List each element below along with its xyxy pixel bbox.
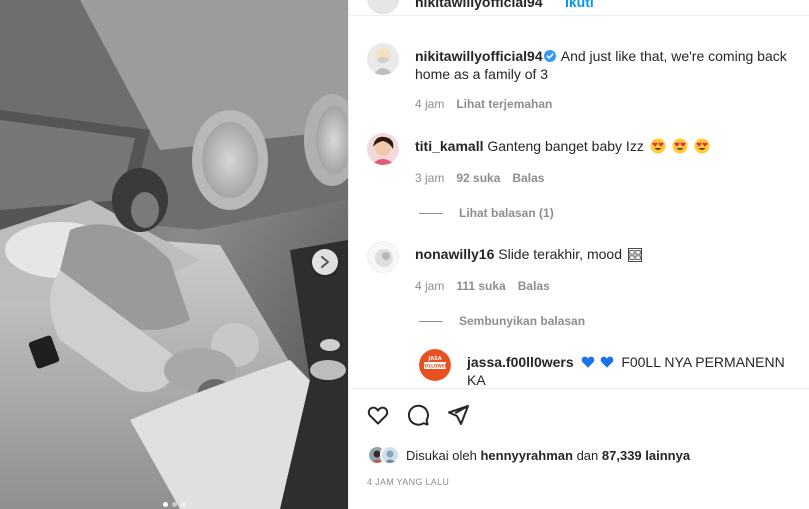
slide-dot (162, 502, 168, 507)
caption-username[interactable]: nikitawillyofficial94 (415, 48, 543, 64)
jasa-logo-word: JASA (427, 356, 441, 362)
heart-outline-icon[interactable] (366, 403, 390, 427)
comment-likes[interactable]: 92 suka (456, 171, 500, 185)
post-panel: nikitawillyofficial94 Ikuti nikitawillyo… (348, 0, 809, 509)
avatar[interactable] (367, 133, 399, 165)
post-actions: Disukai oleh hennyyrahman dan 87,339 lai… (349, 388, 809, 508)
hide-replies-button[interactable]: Sembunyikan balasan (419, 314, 585, 328)
comment-meta: 3 jam 92 suka Balas (415, 171, 544, 185)
slide-dot (180, 502, 186, 507)
likes-connector: dan (576, 447, 599, 463)
hide-replies-label: Sembunyikan balasan (459, 314, 586, 328)
reply-button[interactable]: Balas (512, 171, 544, 185)
reply-button[interactable]: Balas (518, 279, 550, 293)
slide-indicator (0, 502, 348, 507)
avatar[interactable] (380, 445, 400, 465)
avatar[interactable] (367, 241, 399, 273)
liker-username[interactable]: hennyyrahman (480, 448, 572, 463)
jasa-follower-logo-icon: JASA FOLLOWER (419, 349, 451, 381)
view-replies-label: Lihat balasan (1) (459, 206, 554, 220)
sticker-image-icon (627, 248, 642, 262)
comment-meta: 4 jam 111 suka Balas (415, 279, 550, 293)
reply-username[interactable]: jassa.f00ll0wers (467, 354, 574, 370)
profile-photo-icon (367, 133, 399, 165)
slide-dot (171, 502, 177, 507)
paper-plane-icon[interactable] (446, 403, 470, 427)
heart-eyes-emoji-icon (650, 138, 666, 154)
chevron-right-icon (321, 256, 329, 268)
follower-logo-word: FOLLOWER (422, 364, 449, 369)
follow-button[interactable]: Ikuti (565, 0, 594, 10)
divider (419, 320, 443, 322)
next-slide-button[interactable] (312, 249, 338, 275)
blue-heart-emoji-icon (581, 356, 594, 368)
avatar[interactable] (367, 0, 399, 14)
blue-heart-emoji-icon (601, 356, 614, 368)
likes-summary: Disukai oleh hennyyrahman dan 87,339 lai… (367, 445, 690, 465)
profile-photo-icon (367, 43, 399, 75)
comment-text: nonawilly16 Slide terakhir, mood (415, 245, 795, 263)
comment-text: titi_kamall Ganteng banget baby Izz (415, 137, 795, 155)
caption-meta: 4 jam Lihat terjemahan (415, 97, 552, 111)
translate-link[interactable]: Lihat terjemahan (456, 97, 552, 111)
comment-body: Ganteng banget baby Izz (487, 138, 644, 154)
comment-likes[interactable]: 111 suka (456, 279, 505, 293)
comment-username[interactable]: titi_kamall (415, 138, 483, 154)
comment-body: Slide terakhir, mood (498, 246, 622, 262)
caption-text: nikitawillyofficial94 And just like that… (415, 47, 795, 83)
avatar[interactable]: JASA FOLLOWER (419, 349, 451, 381)
comment-bubble-icon[interactable] (406, 403, 430, 427)
caption-time[interactable]: 4 jam (415, 97, 444, 111)
comment-list[interactable]: nikitawillyofficial94 And just like that… (349, 16, 809, 387)
profile-photo-icon (368, 242, 398, 272)
likes-text: Disukai oleh hennyyrahman dan 87,339 lai… (406, 448, 690, 463)
divider (419, 212, 443, 214)
comment-time[interactable]: 4 jam (415, 279, 444, 293)
likes-prefix: Disukai oleh (406, 447, 477, 463)
comment-username[interactable]: nonawilly16 (415, 246, 494, 262)
post-photo[interactable] (0, 0, 348, 509)
heart-eyes-emoji-icon (694, 138, 709, 154)
comment-time[interactable]: 3 jam (415, 171, 444, 185)
view-replies-button[interactable]: Lihat balasan (1) (419, 206, 554, 220)
post-header: nikitawillyofficial94 Ikuti (349, 0, 809, 16)
header-username[interactable]: nikitawillyofficial94 (415, 0, 543, 10)
airplane-cabin-photo (0, 0, 348, 509)
avatar[interactable] (367, 43, 399, 75)
reply-text: jassa.f00ll0wers F00LL NYA PERMANENN KA (467, 353, 797, 387)
profile-photo-icon (382, 447, 398, 463)
post-time-ago[interactable]: 4 jam yang lalu (367, 477, 449, 487)
other-likers-link[interactable]: 87,339 lainnya (602, 448, 690, 463)
verified-badge-icon (543, 50, 556, 62)
heart-eyes-emoji-icon (672, 138, 688, 154)
